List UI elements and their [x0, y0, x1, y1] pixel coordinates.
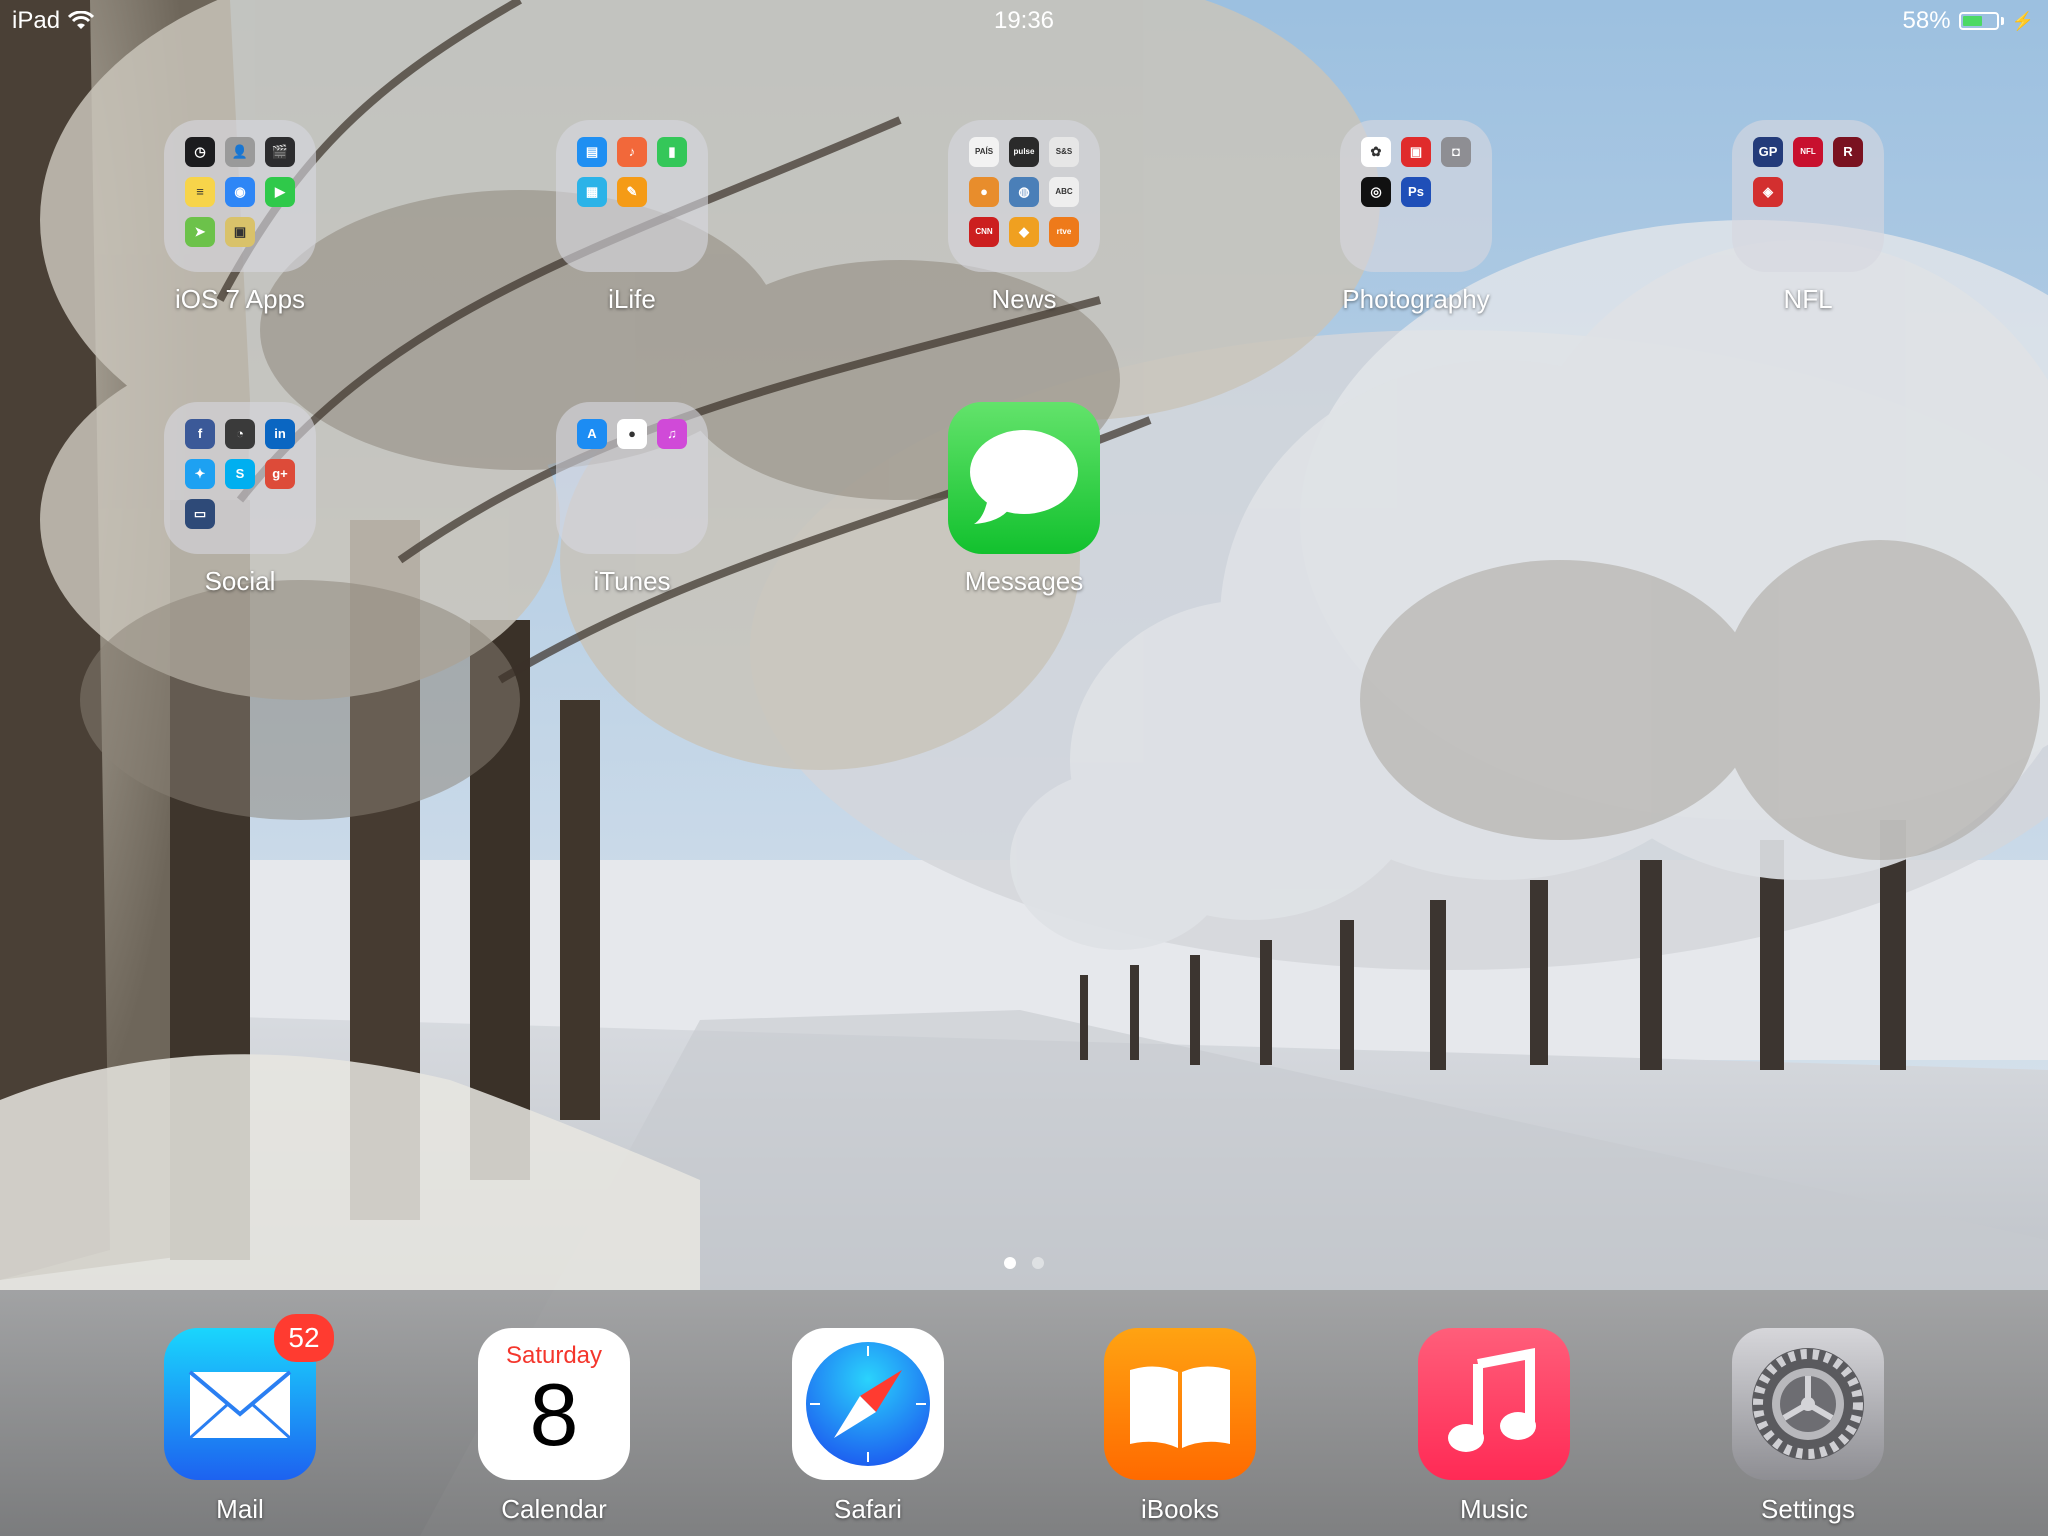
- safari-icon[interactable]: [792, 1328, 944, 1480]
- folder-ios7-apps-tile[interactable]: ◷ 👤 🎬 ≡ ◉ ▶ ➤ ▣: [164, 120, 316, 272]
- nfl-icon: NFL: [1793, 137, 1823, 167]
- status-bar: iPad 19:36 58% ⚡: [0, 0, 2048, 40]
- contacts-card-icon: ▭: [185, 499, 215, 529]
- folder-label: Social: [204, 566, 276, 596]
- folder-nfl-tile[interactable]: GP NFL R ◈: [1732, 120, 1884, 272]
- folder-news[interactable]: PAÍS pulse S&S ● ◍ ABC CNN ◆ rtve News: [948, 120, 1100, 315]
- contacts-icon: 👤: [225, 137, 255, 167]
- maps-icon: ➤: [185, 217, 215, 247]
- camera-icon: ◘: [1441, 137, 1471, 167]
- notes-icon: ≡: [185, 177, 215, 207]
- app-label: Music: [1460, 1494, 1528, 1524]
- abc-icon: ABC: [1049, 177, 1079, 207]
- skype-icon: S: [225, 459, 255, 489]
- itunes-store-icon: ♫: [657, 419, 687, 449]
- app-label: Mail: [216, 1494, 264, 1524]
- folder-social-tile[interactable]: f ◔ in ✦ Sg+ ▭: [164, 402, 316, 554]
- nfl-fantasy-icon: ◈: [1753, 177, 1783, 207]
- photo-red-icon: ▣: [1401, 137, 1431, 167]
- dock-app-music[interactable]: Music: [1418, 1328, 1570, 1525]
- lens-icon: ◎: [1361, 177, 1391, 207]
- folder-photography-tile[interactable]: ✿ ▣ ◘ ◎ Ps: [1340, 120, 1492, 272]
- photo-booth-icon: ▣: [225, 217, 255, 247]
- el-pais-icon: PAÍS: [969, 137, 999, 167]
- wifi-icon: ◉: [225, 177, 255, 207]
- app-messages[interactable]: Messages: [948, 402, 1100, 597]
- settings-gear-icon[interactable]: [1732, 1328, 1884, 1480]
- rtve-icon: rtve: [1049, 217, 1079, 247]
- folder-label: iLife: [608, 284, 656, 314]
- calendar-icon[interactable]: Saturday 8: [478, 1328, 630, 1480]
- folder-label: iTunes: [593, 566, 671, 596]
- messages-icon[interactable]: [948, 402, 1100, 554]
- google-plus-icon: g+: [265, 459, 295, 489]
- folder-label: iOS 7 Apps: [174, 284, 306, 314]
- app-label: Messages: [964, 566, 1084, 596]
- globe-icon: ◍: [1009, 177, 1039, 207]
- folder-itunes[interactable]: A ● ♫ iTunes: [556, 402, 708, 597]
- pages-icon: ✎: [617, 177, 647, 207]
- folder-nfl[interactable]: GP NFL R ◈ NFL: [1732, 120, 1884, 315]
- facetime-icon: ▶: [265, 177, 295, 207]
- cnn-icon: CNN: [969, 217, 999, 247]
- status-time: 19:36: [993, 7, 1055, 34]
- dock-app-safari[interactable]: Safari: [792, 1328, 944, 1525]
- folder-label: NFL: [1783, 284, 1833, 314]
- folder-label: News: [991, 284, 1057, 314]
- calendar-day: 8: [529, 1365, 579, 1464]
- news-orange-icon: ●: [969, 177, 999, 207]
- garageband-icon: ♪: [617, 137, 647, 167]
- folder-itunes-tile[interactable]: A ● ♫: [556, 402, 708, 554]
- battery-percent: 58%: [1902, 7, 1951, 34]
- hootsuite-icon: ◔: [225, 419, 255, 449]
- folder-social[interactable]: f ◔ in ✦ Sg+ ▭ Social: [164, 402, 316, 597]
- iphoto-icon: ▦: [577, 177, 607, 207]
- folder-ios7-apps[interactable]: ◷ 👤 🎬 ≡ ◉ ▶ ➤ ▣ iOS 7 Apps: [164, 120, 316, 315]
- stars-and-stripes-icon: S&S: [1049, 137, 1079, 167]
- music-icon[interactable]: [1418, 1328, 1570, 1480]
- page-indicator[interactable]: [0, 1257, 2048, 1269]
- folder-ilife-tile[interactable]: ▤ ♪ ▮ ▦ ✎: [556, 120, 708, 272]
- redskins-icon: R: [1833, 137, 1863, 167]
- charging-icon: ⚡: [2011, 10, 2034, 31]
- linkedin-icon: in: [265, 419, 295, 449]
- folder-news-tile[interactable]: PAÍS pulse S&S ● ◍ ABC CNN ◆ rtve: [948, 120, 1100, 272]
- ibooks-icon[interactable]: [1104, 1328, 1256, 1480]
- battery-level-fill: [1962, 16, 1982, 26]
- folder-photography[interactable]: ✿ ▣ ◘ ◎ Ps Photography: [1340, 120, 1492, 315]
- app-label: iBooks: [1140, 1494, 1220, 1524]
- page-dot-2[interactable]: [1032, 1257, 1044, 1269]
- twitter-icon: ✦: [185, 459, 215, 489]
- dock-app-settings[interactable]: Settings: [1732, 1328, 1884, 1525]
- folder-ilife[interactable]: ▤ ♪ ▮ ▦ ✎ iLife: [556, 120, 708, 315]
- app-store-icon: A: [577, 419, 607, 449]
- status-right: 58% ⚡: [1903, 7, 2034, 35]
- battery-tip: [2000, 17, 2004, 25]
- game-center-icon: ●: [617, 419, 647, 449]
- battery-icon: [1958, 12, 1999, 30]
- photos-icon: ✿: [1361, 137, 1391, 167]
- keynote-icon: ▤: [577, 137, 607, 167]
- clock-icon: ◷: [185, 137, 215, 167]
- folder-label: Photography: [1342, 284, 1490, 314]
- gamepass-icon: GP: [1753, 137, 1783, 167]
- app-label: Safari: [834, 1494, 902, 1524]
- news-yellow-icon: ◆: [1009, 217, 1039, 247]
- app-label: Calendar: [501, 1494, 607, 1524]
- pulse-icon: pulse: [1009, 137, 1039, 167]
- dock: 52 Mail Saturday 8 Calendar Safari iBook…: [0, 1290, 2048, 1536]
- photoshop-icon: Ps: [1401, 177, 1431, 207]
- dock-app-calendar[interactable]: Saturday 8 Calendar: [478, 1328, 630, 1525]
- app-label: Settings: [1761, 1494, 1855, 1524]
- facebook-icon: f: [185, 419, 215, 449]
- mail-unread-badge: 52: [274, 1314, 334, 1362]
- numbers-icon: ▮: [657, 137, 687, 167]
- page-dot-1[interactable]: [1004, 1257, 1016, 1269]
- videos-icon: 🎬: [265, 137, 295, 167]
- dock-app-ibooks[interactable]: iBooks: [1104, 1328, 1256, 1525]
- dock-app-mail[interactable]: 52 Mail: [164, 1314, 334, 1525]
